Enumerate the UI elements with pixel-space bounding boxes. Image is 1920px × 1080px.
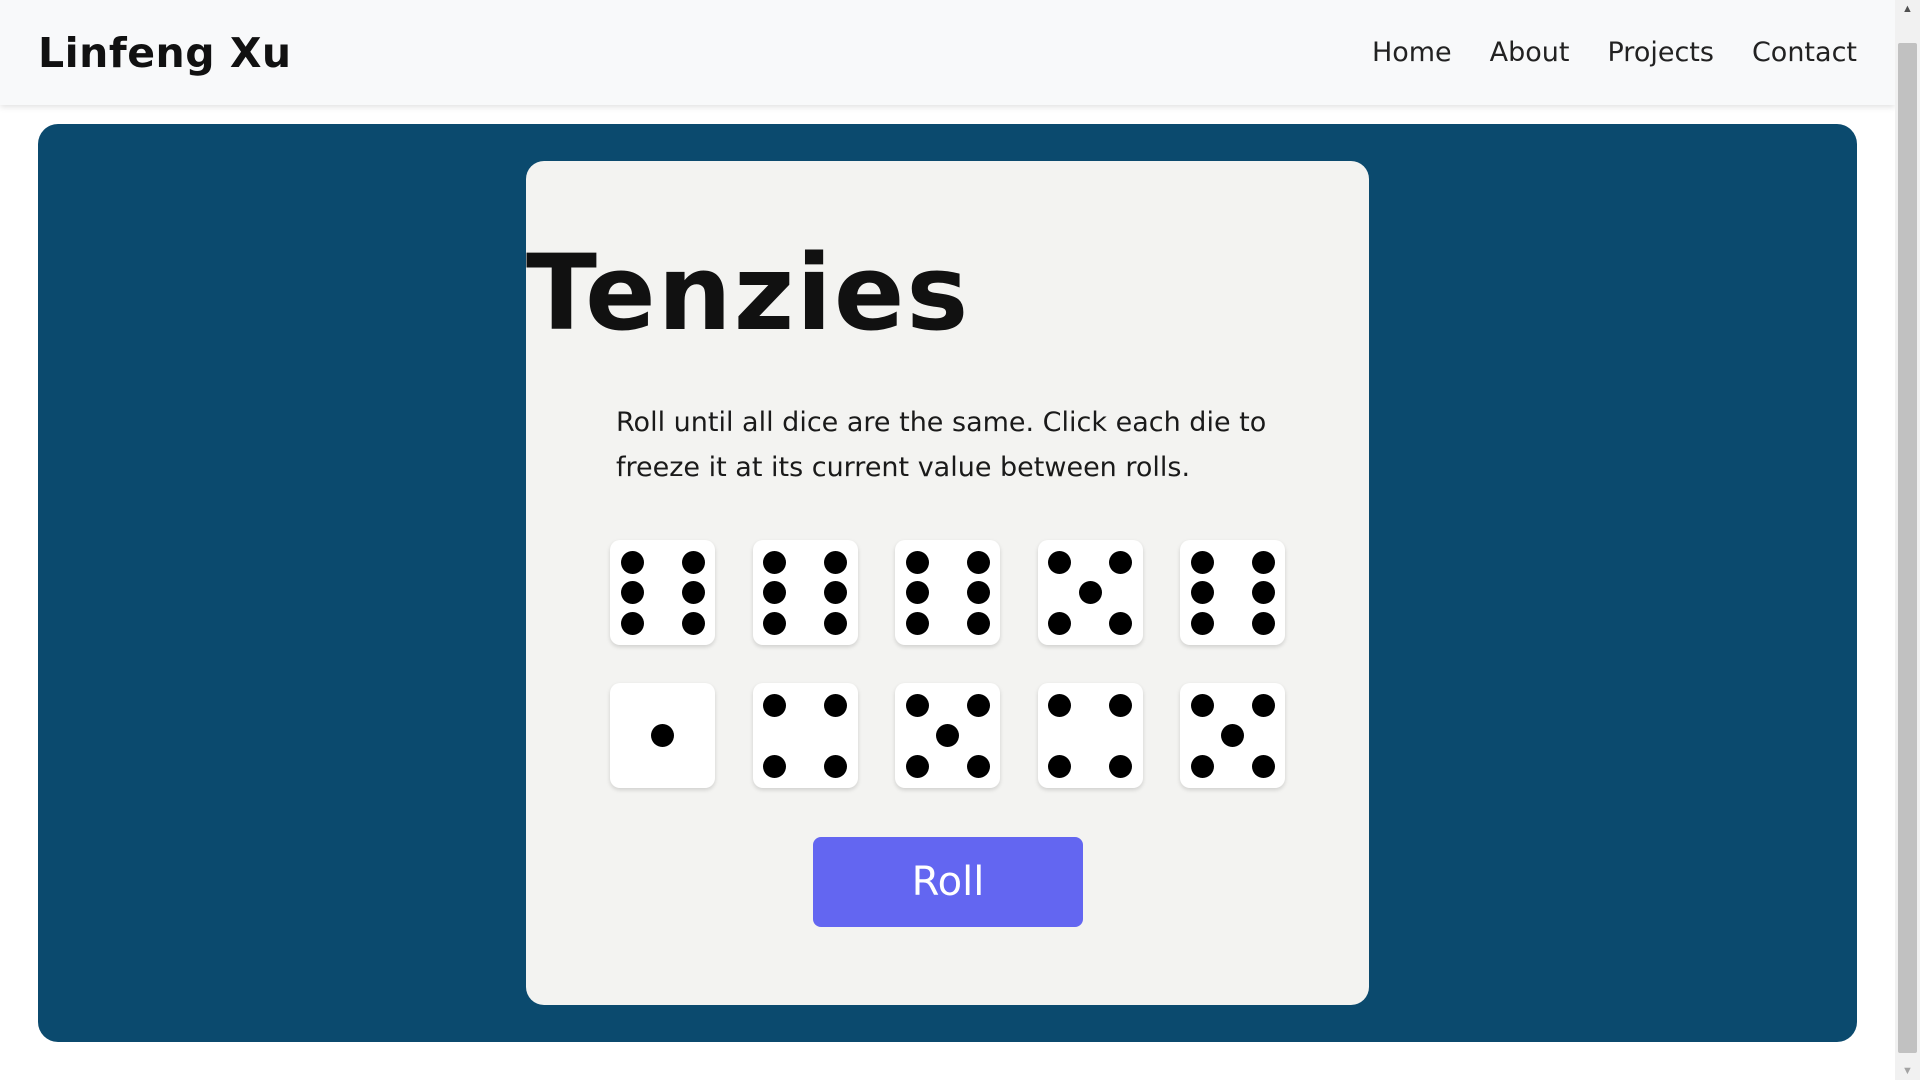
die-pip-icon <box>1078 581 1102 604</box>
scroll-thumb[interactable] <box>1898 43 1917 1053</box>
die-pip-icon <box>763 581 786 604</box>
die-pip-icon <box>1190 550 1214 574</box>
die-pip-icon <box>620 581 644 604</box>
die-pip-icon <box>1251 754 1275 778</box>
die-pip-icon <box>1190 611 1214 635</box>
die-pip-icon <box>1048 550 1071 574</box>
die-pip-icon <box>1109 550 1132 574</box>
die-pip-icon <box>905 611 929 635</box>
die-pip-icon <box>1109 611 1132 635</box>
roll-button[interactable]: Roll <box>813 837 1083 927</box>
die-pip-icon <box>1109 754 1132 778</box>
die-pip-icon <box>620 550 644 574</box>
die-pip-icon <box>1221 724 1244 747</box>
die-7[interactable] <box>752 683 858 788</box>
die-pip-icon <box>763 754 786 778</box>
vertical-scrollbar[interactable]: ▲ ▼ <box>1895 0 1920 1080</box>
die-9[interactable] <box>1037 683 1143 788</box>
die-pip-icon <box>681 581 705 604</box>
game-title: Tenzies <box>526 232 971 354</box>
die-pip-icon <box>905 550 929 574</box>
die-10[interactable] <box>1180 683 1285 788</box>
die-3[interactable] <box>895 540 1000 645</box>
die-pip-icon <box>824 611 847 635</box>
die-pip-icon <box>824 754 847 778</box>
die-pip-icon <box>681 550 705 574</box>
scroll-up-arrow-icon[interactable]: ▲ <box>1895 0 1920 18</box>
game-instructions: Roll until all dice are the same. Click … <box>616 407 1267 483</box>
brand-name[interactable]: Linfeng Xu <box>38 29 292 77</box>
die-pip-icon <box>824 581 847 604</box>
die-pip-icon <box>1251 581 1275 604</box>
navbar: Linfeng Xu Home About Projects Contact <box>0 0 1895 105</box>
die-pip-icon <box>1109 693 1132 717</box>
die-pip-icon <box>620 611 644 635</box>
die-pip-icon <box>966 550 990 574</box>
die-1[interactable] <box>610 540 715 645</box>
scroll-down-arrow-icon[interactable]: ▼ <box>1895 1062 1920 1080</box>
die-4[interactable] <box>1037 540 1143 645</box>
die-pip-icon <box>1190 693 1214 717</box>
nav-link-projects[interactable]: Projects <box>1608 37 1714 68</box>
die-pip-icon <box>905 693 929 717</box>
die-pip-icon <box>1190 581 1214 604</box>
nav-links: Home About Projects Contact <box>1372 37 1857 68</box>
die-pip-icon <box>1048 754 1071 778</box>
die-pip-icon <box>1048 611 1071 635</box>
die-pip-icon <box>651 724 674 747</box>
die-8[interactable] <box>895 683 1000 788</box>
die-pip-icon <box>966 693 990 717</box>
die-pip-icon <box>1251 550 1275 574</box>
die-2[interactable] <box>752 540 858 645</box>
nav-link-contact[interactable]: Contact <box>1752 37 1857 68</box>
die-6[interactable] <box>610 683 715 788</box>
die-pip-icon <box>1251 611 1275 635</box>
die-pip-icon <box>1190 754 1214 778</box>
die-pip-icon <box>936 724 959 747</box>
die-pip-icon <box>905 754 929 778</box>
die-5[interactable] <box>1180 540 1285 645</box>
die-pip-icon <box>763 550 786 574</box>
die-pip-icon <box>905 581 929 604</box>
die-pip-icon <box>824 693 847 717</box>
die-pip-icon <box>763 611 786 635</box>
nav-link-about[interactable]: About <box>1490 37 1570 68</box>
die-pip-icon <box>824 550 847 574</box>
die-pip-icon <box>1048 693 1071 717</box>
die-pip-icon <box>681 611 705 635</box>
nav-link-home[interactable]: Home <box>1372 37 1452 68</box>
die-pip-icon <box>966 611 990 635</box>
die-pip-icon <box>763 693 786 717</box>
die-pip-icon <box>966 581 990 604</box>
die-pip-icon <box>1251 693 1275 717</box>
die-pip-icon <box>966 754 990 778</box>
